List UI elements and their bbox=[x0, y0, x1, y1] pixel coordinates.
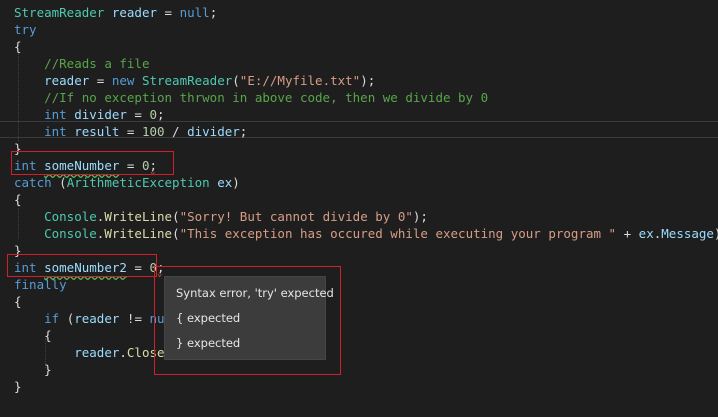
code-line-17: finally bbox=[14, 277, 67, 292]
error-tooltip: Syntax error, 'try' expected { expected … bbox=[164, 276, 334, 360]
code-line-22: } bbox=[14, 362, 52, 377]
code-editor[interactable]: StreamReader reader = null; try { //Read… bbox=[0, 0, 718, 417]
code-line-12: { bbox=[14, 192, 22, 207]
tooltip-open-brace-expected: { expected bbox=[176, 311, 241, 325]
highlight-box-somenumber bbox=[11, 151, 174, 175]
code-line-8: int result = 100 / divider; bbox=[44, 124, 248, 139]
code-line-5: reader = new StreamReader("E://Myfile.tx… bbox=[44, 73, 376, 88]
code-line-23: } bbox=[14, 379, 22, 394]
code-line-3: { bbox=[14, 39, 22, 54]
tooltip-syntax-error: Syntax error, 'try' expected bbox=[176, 286, 334, 300]
code-line-13: Console.WriteLine("Sorry! But cannot div… bbox=[44, 209, 428, 224]
code-line-4: //Reads a file bbox=[44, 56, 150, 71]
code-line-20: { bbox=[14, 328, 52, 343]
code-line-1: StreamReader reader = null; bbox=[14, 5, 218, 20]
code-line-18: { bbox=[14, 294, 22, 309]
tooltip-close-brace-expected: } expected bbox=[176, 336, 241, 350]
highlight-box-somenumber2 bbox=[7, 254, 157, 277]
code-line-6: //If no exception thrwon in above code, … bbox=[44, 90, 489, 105]
code-line-2: try bbox=[14, 22, 37, 37]
code-line-14: Console.WriteLine("This exception has oc… bbox=[44, 226, 718, 241]
code-line-7: int divider = 0; bbox=[44, 107, 165, 122]
code-line-11: catch (ArithmeticException ex) bbox=[14, 175, 240, 190]
